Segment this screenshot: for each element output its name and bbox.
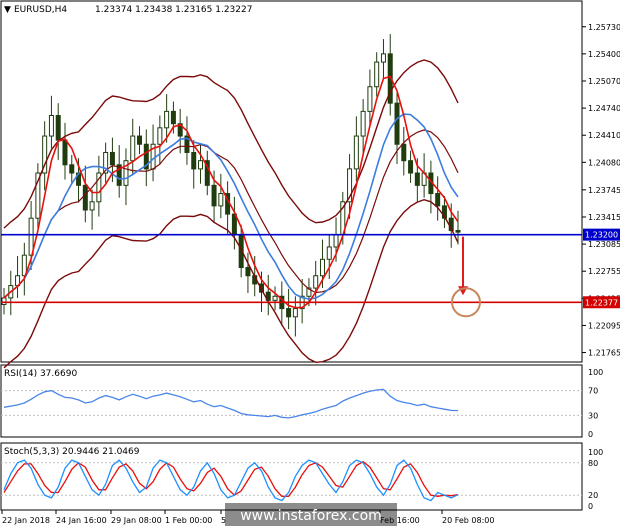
price-tick-label: 1.25400 (588, 50, 620, 59)
candle-body (360, 110, 366, 137)
candle-body (455, 230, 461, 233)
candle-body (353, 135, 359, 170)
price-tick-label: 1.23085 (588, 240, 620, 249)
rsi-tick-label: 30 (588, 411, 598, 420)
time-tick-label: 1 Feb 00:00 (165, 516, 212, 525)
chart-ohlc: 1.23374 1.23438 1.23165 1.23227 (95, 5, 252, 15)
chart-symbol: EURUSD,H4 (14, 5, 67, 15)
candle-body (211, 184, 217, 207)
chart-symbol-icon: ▼ (4, 5, 11, 15)
target-price-label: 1.22377 (585, 298, 618, 307)
price-tick-label: 1.25070 (588, 77, 620, 86)
candle-body (272, 295, 278, 301)
stoch-tick-label: 100 (588, 448, 603, 457)
time-tick-label: 24 Jan 16:00 (56, 516, 107, 525)
rsi-title: RSI(14) 37.6690 (4, 369, 77, 379)
stoch-tick-label: 0 (588, 502, 593, 511)
candle-body (401, 143, 407, 162)
candle-body (367, 86, 373, 112)
candle-body (191, 151, 197, 170)
time-tick-label: 29 Jan 08:00 (111, 516, 162, 525)
stoch-tick-label: 80 (588, 459, 598, 468)
trading-chart: 1.25730 1.25400 1.25070 1.24740 1.24410 1.240… (0, 0, 620, 526)
candle-body (292, 308, 298, 318)
candle-body (218, 193, 224, 207)
price-tick-label: 1.22095 (588, 321, 620, 330)
watermark: www.instaforex.com (240, 508, 382, 524)
candle-body (157, 127, 163, 145)
support-price-label: 1.23200 (585, 231, 618, 240)
stoch-tick-label: 20 (588, 491, 598, 500)
time-tick-label: 20 Feb 08:00 (442, 516, 494, 525)
candle-body (408, 160, 414, 174)
price-tick-label: 1.21765 (588, 349, 620, 358)
candle-body (170, 110, 176, 125)
candle-body (137, 135, 143, 145)
candle-body (198, 160, 204, 170)
price-panel (0, 0, 583, 363)
rsi-panel (0, 364, 583, 438)
candle-body (394, 102, 400, 145)
candle-body (326, 246, 332, 260)
rsi-tick-label: 0 (588, 430, 593, 439)
price-tick-label: 1.22755 (588, 267, 620, 276)
candle-body (48, 114, 54, 137)
candle-body (380, 53, 386, 63)
candle-body (231, 213, 237, 236)
rsi-tick-label: 70 (588, 387, 598, 396)
price-tick-label: 1.23745 (588, 186, 620, 195)
price-tick-label: 1.24410 (588, 131, 620, 140)
candle-body (89, 201, 95, 211)
price-tick-label: 1.23415 (588, 213, 620, 222)
time-tick-label: 22 Jan 2018 (2, 516, 50, 525)
candle-body (1, 297, 7, 305)
candle-body (313, 275, 319, 289)
price-tick-label: 1.25730 (588, 23, 620, 32)
candle-body (62, 139, 68, 166)
candle-body (374, 61, 380, 88)
price-tick-label: 1.24080 (588, 158, 620, 167)
candle-body (245, 267, 251, 277)
candle-body (286, 308, 292, 318)
candle-body (130, 135, 136, 162)
price-tick-label: 1.24740 (588, 104, 620, 113)
candle-body (319, 258, 325, 277)
candle-body (82, 184, 88, 211)
candle-body (55, 114, 61, 141)
stoch-title: Stoch(5,3,3) 20.9446 21.0469 (4, 447, 140, 457)
candle-body (109, 151, 115, 166)
candle-body (69, 164, 75, 174)
candle-body (435, 193, 441, 207)
candle-body (164, 110, 170, 129)
candle-body (414, 172, 420, 186)
price-axis: 1.25730 1.25400 1.25070 1.24740 1.24410 1.240… (582, 23, 620, 358)
rsi-tick-label: 100 (588, 368, 603, 377)
candle-body (333, 234, 339, 248)
